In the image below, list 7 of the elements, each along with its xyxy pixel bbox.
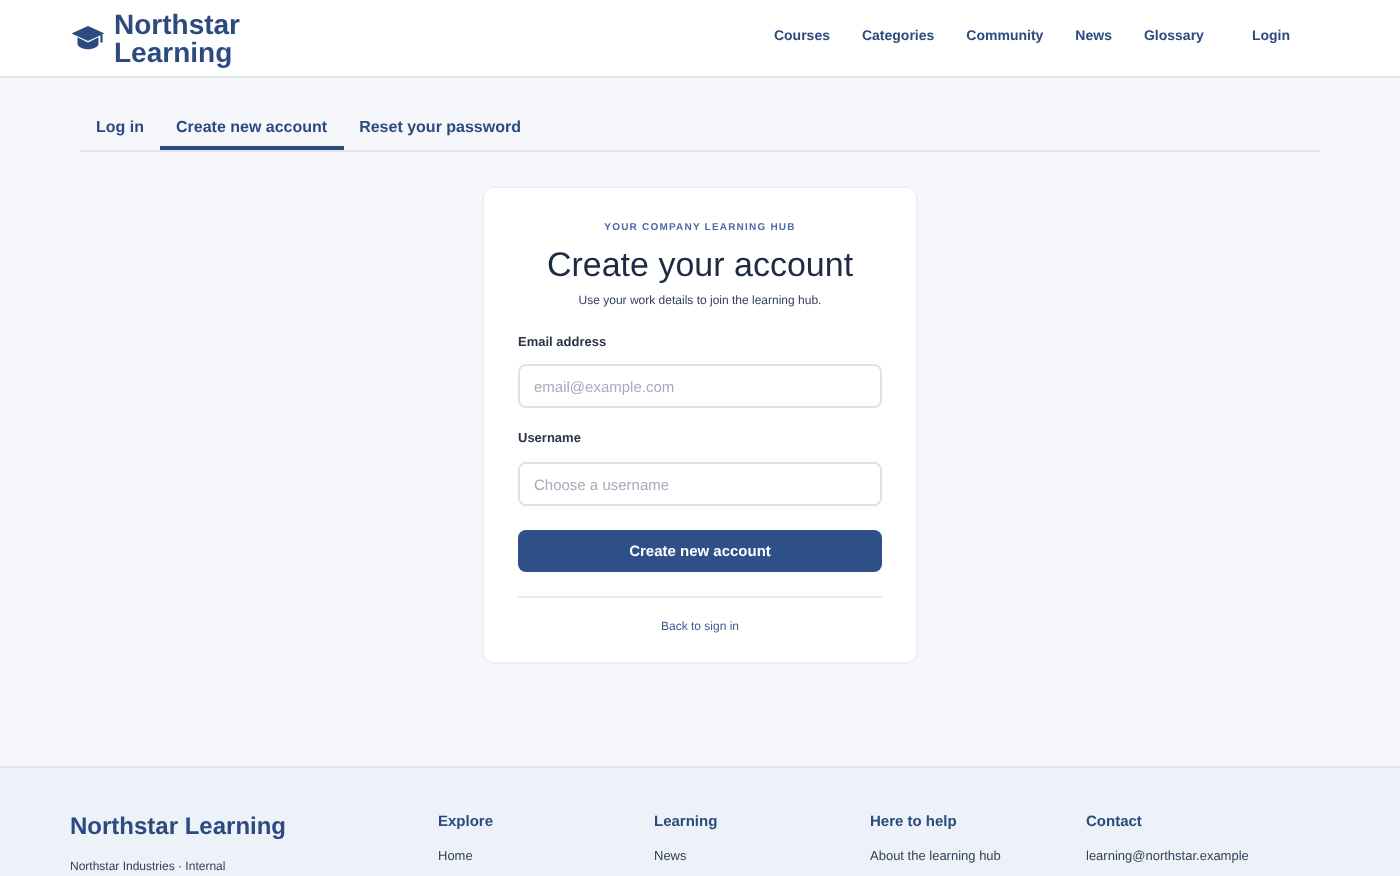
- graduation-cap-icon: [70, 24, 106, 52]
- brand-logo-text[interactable]: Northstar Learning: [114, 10, 254, 66]
- card-title: Create your account: [544, 245, 856, 285]
- tab[interactable]: Create new account: [160, 110, 344, 150]
- tab[interactable]: Log in: [80, 110, 160, 150]
- tab[interactable]: Reset your password: [343, 110, 537, 150]
- footer-brand: Northstar Learning: [70, 810, 289, 844]
